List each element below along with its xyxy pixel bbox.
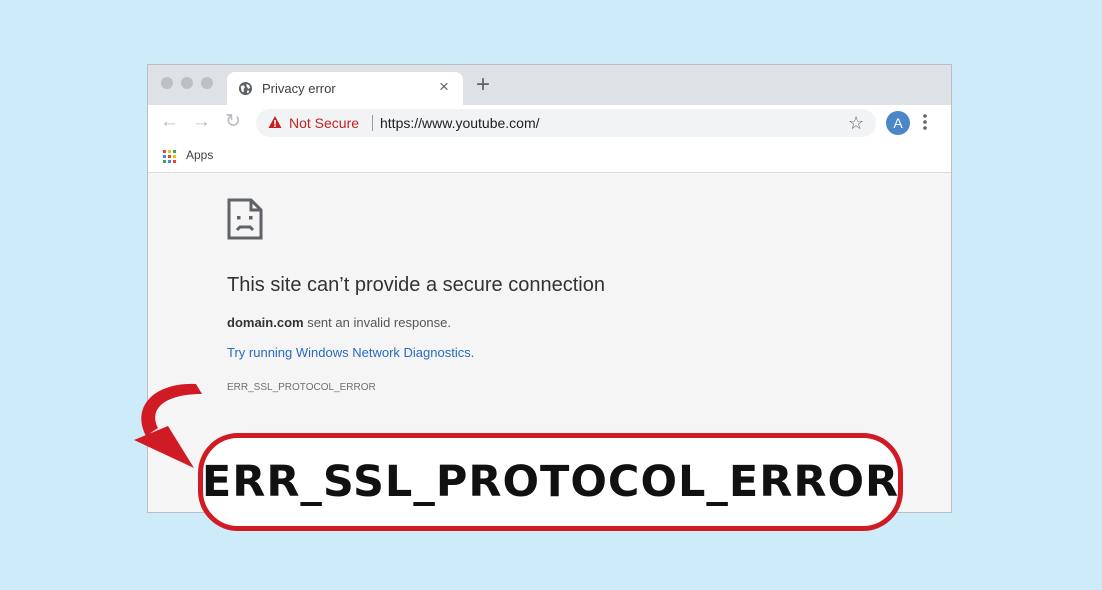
back-button[interactable]: ← xyxy=(160,111,179,133)
address-divider xyxy=(372,115,373,131)
bookmarks-bar: Apps xyxy=(148,141,951,173)
avatar[interactable]: A xyxy=(886,111,910,135)
apps-bookmark[interactable]: Apps xyxy=(186,148,213,162)
reload-button[interactable]: ↻ xyxy=(225,111,241,133)
window-close-dot[interactable] xyxy=(161,77,173,89)
error-domain: domain.com xyxy=(227,315,304,330)
diagnostics-link[interactable]: Try running Windows Network Diagnostics. xyxy=(227,345,474,360)
toolbar: ← → ↻ Not Secure https://www.youtube.com… xyxy=(148,105,951,141)
more-menu-icon[interactable] xyxy=(923,112,927,132)
error-heading: This site can’t provide a secure connect… xyxy=(227,274,605,296)
globe-icon xyxy=(238,81,253,96)
error-detail-text: sent an invalid response. xyxy=(303,315,452,330)
address-bar[interactable]: Not Secure https://www.youtube.com/ ☆ xyxy=(256,109,876,137)
forward-button[interactable]: → xyxy=(192,111,211,133)
callout-text: ERR_SSL_PROTOCOL_ERROR xyxy=(201,457,900,507)
tab-close-icon[interactable]: × xyxy=(439,77,449,97)
tab-strip: Privacy error × + xyxy=(148,65,951,105)
apps-grid-icon[interactable] xyxy=(163,150,176,163)
url-text[interactable]: https://www.youtube.com/ xyxy=(380,115,540,131)
star-icon[interactable]: ☆ xyxy=(848,112,864,134)
window-maximize-dot[interactable] xyxy=(201,77,213,89)
error-callout: ERR_SSL_PROTOCOL_ERROR xyxy=(198,433,903,531)
tab-privacy-error[interactable]: Privacy error × xyxy=(227,72,463,105)
tab-title: Privacy error xyxy=(262,81,336,96)
not-secure-label[interactable]: Not Secure xyxy=(289,115,359,131)
warning-icon xyxy=(268,116,282,128)
error-detail: domain.com sent an invalid response. xyxy=(227,315,451,330)
window-minimize-dot[interactable] xyxy=(181,77,193,89)
new-tab-button[interactable]: + xyxy=(476,72,490,98)
error-code: ERR_SSL_PROTOCOL_ERROR xyxy=(227,382,376,393)
sad-page-icon xyxy=(227,198,263,240)
